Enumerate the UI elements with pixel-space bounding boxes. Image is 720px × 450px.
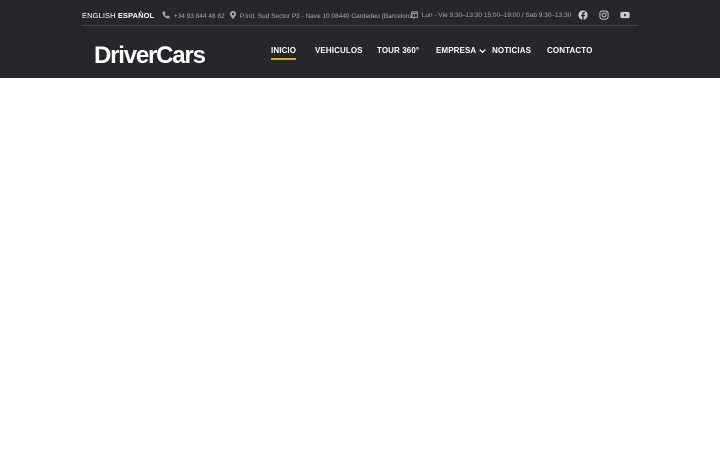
address-text: P.Ind. Sud Sector P3 - Nave 10 08440 Car… bbox=[239, 13, 416, 20]
nav-item-contacto[interactable]: CONTACTO bbox=[547, 46, 592, 55]
instagram-icon[interactable] bbox=[599, 10, 609, 20]
hours-info: Lun - Vie 9:30–13:30 15:00–19:00 / Sab 9… bbox=[411, 11, 571, 19]
nav-item-empresa-label: EMPRESA bbox=[436, 46, 477, 55]
nav-item-inicio[interactable]: INICIO bbox=[271, 46, 297, 60]
phone-info[interactable]: +34 93 844 48 82 bbox=[162, 11, 225, 20]
facebook-icon[interactable] bbox=[578, 10, 588, 20]
phone-icon bbox=[162, 11, 170, 19]
nav-item-noticias[interactable]: NOTICIAS bbox=[492, 46, 531, 55]
lang-spanish-link[interactable]: ESPAÑOL bbox=[118, 11, 154, 20]
youtube-icon[interactable] bbox=[620, 10, 630, 20]
phone-number: +34 93 844 48 82 bbox=[173, 13, 225, 20]
calendar-icon bbox=[411, 11, 418, 18]
language-switcher: ENGLISH ESPAÑOL bbox=[82, 11, 154, 20]
nav-item-tour-360[interactable]: TOUR 360° bbox=[377, 46, 419, 55]
address-info: P.Ind. Sud Sector P3 - Nave 10 08440 Car… bbox=[230, 11, 415, 20]
chevron-down-icon bbox=[479, 49, 487, 54]
map-marker-icon bbox=[230, 11, 236, 19]
site-header: ENGLISH ESPAÑOL +34 93 844 48 82 P.Ind. … bbox=[0, 0, 720, 78]
nav-item-empresa[interactable]: EMPRESA bbox=[436, 46, 487, 55]
page-content bbox=[0, 78, 720, 450]
site-logo[interactable]: DriverCars bbox=[94, 42, 206, 70]
lang-english-link[interactable]: ENGLISH bbox=[82, 11, 116, 20]
hours-text: Lun - Vie 9:30–13:30 15:00–19:00 / Sab 9… bbox=[421, 12, 572, 19]
main-navigation: DriverCars INICIO VEHICULOS TOUR 360° EM… bbox=[0, 26, 720, 78]
nav-item-vehiculos[interactable]: VEHICULOS bbox=[315, 46, 363, 55]
top-info-bar: ENGLISH ESPAÑOL +34 93 844 48 82 P.Ind. … bbox=[82, 4, 638, 26]
